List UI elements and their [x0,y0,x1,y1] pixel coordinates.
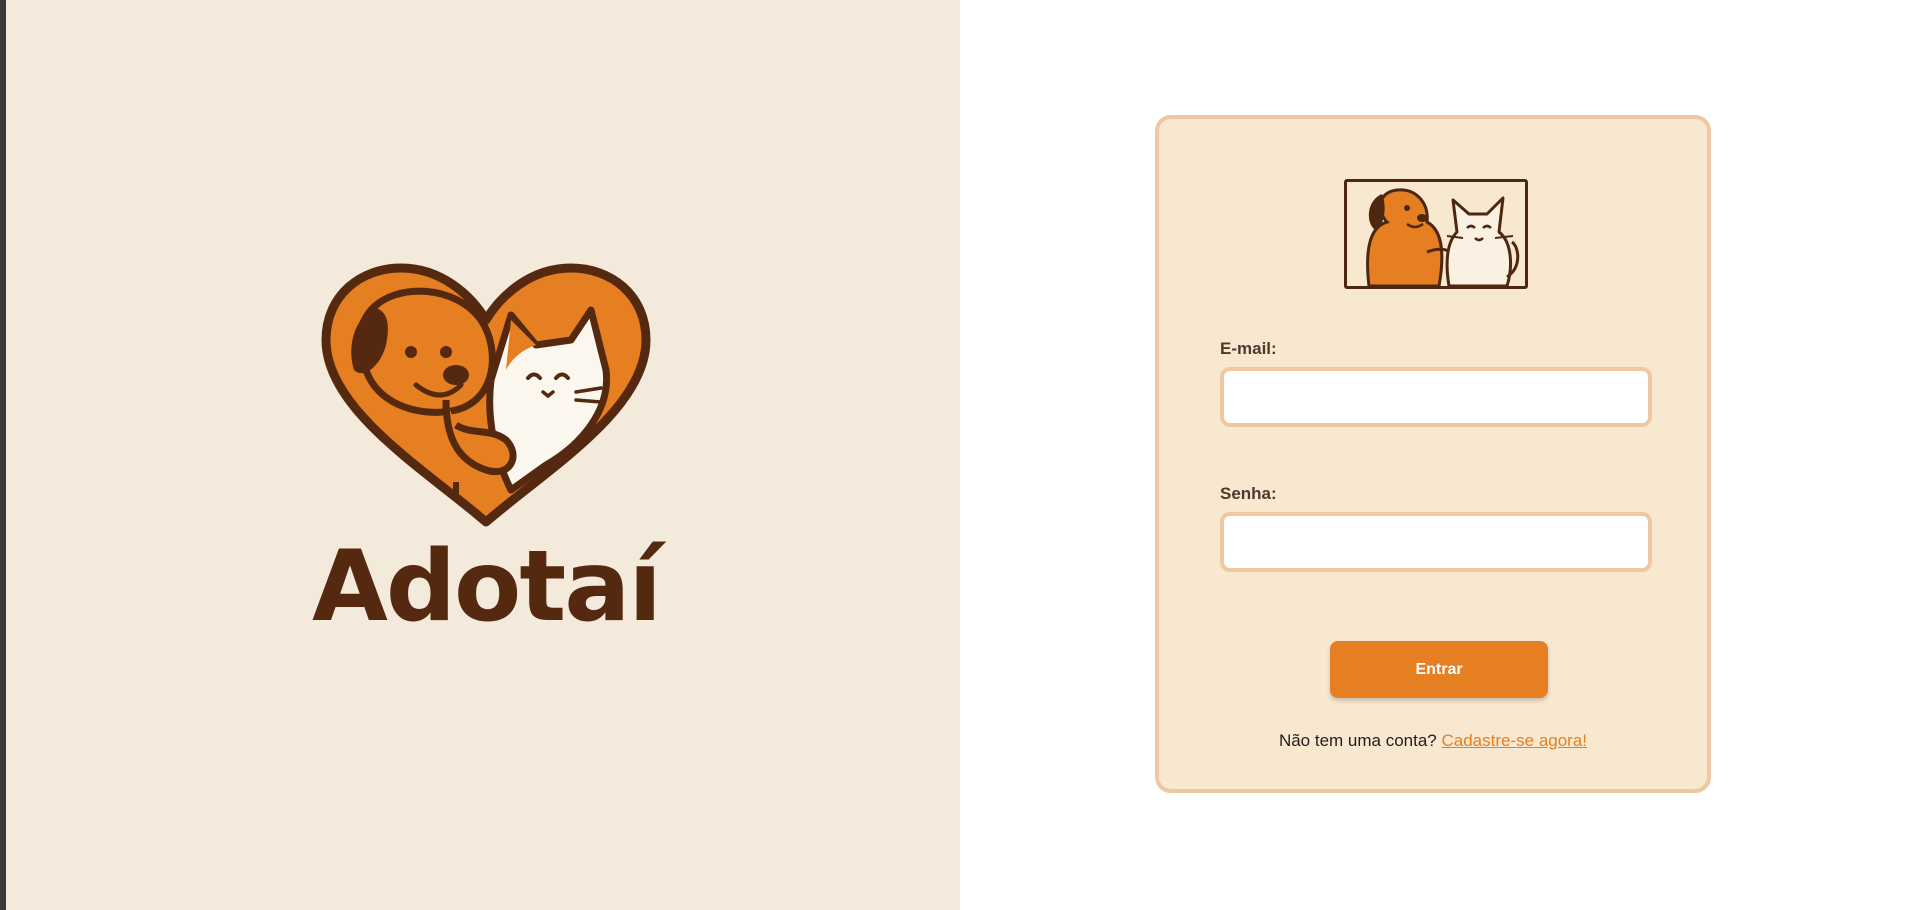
email-label: E-mail: [1220,339,1277,358]
email-field[interactable] [1220,367,1652,427]
signup-prompt: Não tem uma conta? [1278,731,1437,750]
login-card: E-mail: Senha: Entrar Não tem uma conta?… [1155,115,1711,793]
login-button[interactable]: Entrar [1330,641,1548,698]
dog-cat-framed-icon [1344,179,1528,289]
heart-dog-cat-icon [321,263,651,527]
signup-row: Não tem uma conta? Cadastre-se agora! [1159,731,1707,751]
form-panel: E-mail: Senha: Entrar Não tem uma conta?… [960,0,1908,910]
login-page: Adotaí E-mail: Senha: Entrar Não tem uma… [0,0,1908,910]
brand-name: Adotaí [312,530,662,644]
password-label: Senha: [1220,484,1277,503]
brand-panel: Adotaí [6,0,960,910]
signup-link[interactable]: Cadastre-se agora! [1442,731,1588,750]
brand-logo: Adotaí [306,260,666,650]
password-field[interactable] [1220,512,1652,572]
